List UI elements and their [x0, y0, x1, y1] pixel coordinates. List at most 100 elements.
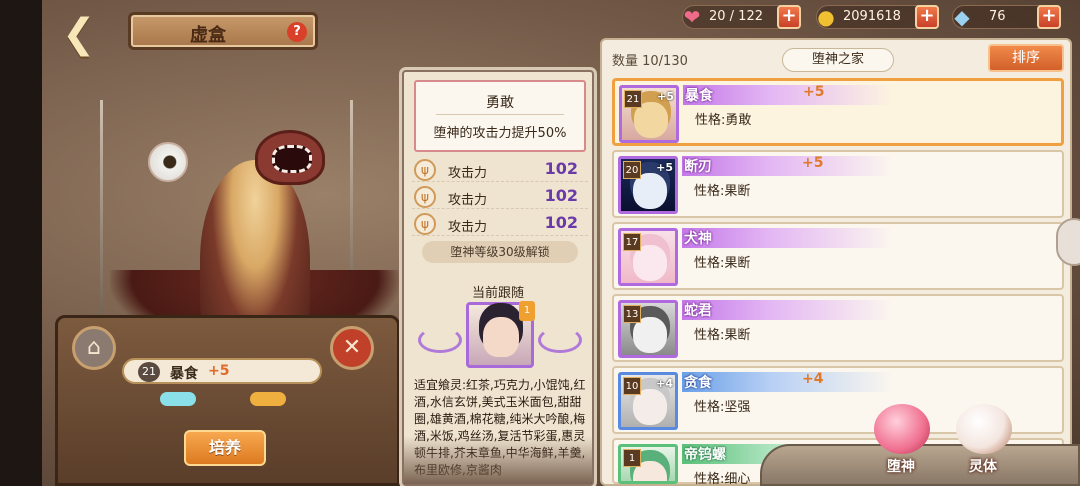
- trait-description: 堕神的攻击力提升50%: [433, 126, 567, 141]
- fork-icon: ψ: [414, 213, 436, 235]
- swirl-decoration: [538, 327, 582, 353]
- item-plus: +5: [802, 155, 824, 171]
- coin-icon: ●: [817, 5, 835, 29]
- list-item[interactable]: 17 犬神 性格:果断: [612, 222, 1064, 290]
- unlock-requirement: 堕神等级30级解锁: [422, 241, 578, 263]
- item-plus-badge: +5: [657, 90, 674, 103]
- item-level: 21: [624, 90, 642, 108]
- list-item[interactable]: 13 蛇君 性格:果断: [612, 294, 1064, 362]
- item-trait: 性格:果断: [694, 328, 751, 343]
- gem-slot-icon: [250, 392, 286, 406]
- item-level: 1: [623, 449, 641, 467]
- gold-resource: ● 2091618 +: [816, 5, 939, 29]
- item-plus: +5: [803, 84, 825, 100]
- follow-label: 当前跟随: [471, 286, 524, 301]
- screen-edge: [0, 0, 42, 486]
- side-drawer-handle[interactable]: [1056, 218, 1080, 266]
- item-trait: 性格:果断: [694, 256, 751, 271]
- item-portrait: 21 +5: [619, 85, 679, 143]
- add-crystal-button[interactable]: +: [1037, 5, 1061, 29]
- stat-row: ψ 攻击力 102: [412, 185, 588, 209]
- name-strip: [683, 85, 983, 105]
- list-count: 数量 10/130: [612, 54, 688, 69]
- help-icon[interactable]: ?: [287, 22, 307, 42]
- stat-value: 102: [544, 159, 578, 178]
- tab-spirit[interactable]: 灵体: [948, 404, 1018, 476]
- train-button[interactable]: 培养: [184, 430, 266, 466]
- character-name-plate: 21 暴食 +5: [122, 358, 322, 384]
- name-strip: [682, 156, 982, 176]
- crystal-resource: ◆ 76 +: [952, 5, 1061, 29]
- item-portrait: 13: [618, 300, 678, 358]
- tab-label: 灵体: [969, 459, 997, 475]
- item-name: 蛇君: [684, 303, 712, 319]
- eyeball-icon: [148, 142, 188, 182]
- gem-slot-icon: [160, 392, 196, 406]
- page-title: 虚盒: [190, 25, 226, 46]
- item-plus-badge: +4: [656, 377, 673, 390]
- item-name: 断刃: [684, 159, 712, 175]
- lock-icon[interactable]: ⌂: [72, 326, 116, 370]
- item-portrait: 17: [618, 228, 678, 286]
- item-level: 20: [623, 161, 641, 179]
- fork-icon: ψ: [414, 159, 436, 181]
- stamina-value: 20 / 122: [709, 9, 763, 24]
- list-item[interactable]: 21 +5 暴食 +5 性格:勇敢: [612, 78, 1064, 146]
- follower-badge-icon: 1: [519, 301, 535, 321]
- item-trait: 性格:坚强: [694, 400, 751, 415]
- divider: [436, 114, 564, 115]
- item-level: 17: [623, 233, 641, 251]
- fallen-god-tab-icon: [874, 404, 930, 454]
- item-portrait: 10 +4: [618, 372, 678, 430]
- title-plate: 虚盒 ?: [128, 12, 318, 50]
- sort-button[interactable]: 排序: [988, 44, 1064, 72]
- stat-label: 攻击力: [448, 166, 488, 181]
- add-gold-button[interactable]: +: [915, 5, 939, 29]
- item-portrait: 1: [618, 444, 678, 484]
- item-name: 犬神: [684, 231, 712, 247]
- tab-fallen-god[interactable]: 堕神: [866, 404, 936, 476]
- stat-label: 攻击力: [448, 220, 488, 235]
- name-strip: [682, 372, 982, 392]
- stat-value: 102: [544, 213, 578, 232]
- character-level: 21: [138, 362, 160, 382]
- game-screen: ❮ 虚盒 ? ❤ 20 / 122 + ● 2091618 + ◆ 76 + ⌂…: [0, 0, 1080, 486]
- stamina-resource: ❤ 20 / 122 +: [682, 5, 801, 29]
- fork-icon: ψ: [414, 186, 436, 208]
- crossed-utensils-icon[interactable]: ✕: [330, 326, 374, 370]
- fade-overlay: [404, 436, 592, 484]
- item-trait: 性格:果断: [694, 184, 751, 199]
- item-portrait: 20 +5: [618, 156, 678, 214]
- name-strip: [682, 228, 982, 248]
- gold-value: 2091618: [843, 9, 901, 24]
- stat-label: 攻击力: [448, 193, 488, 208]
- crystal-icon: ◆: [954, 5, 970, 29]
- spirit-tab-icon: [956, 404, 1012, 454]
- item-level: 13: [623, 305, 641, 323]
- back-arrow-icon[interactable]: ❮: [62, 14, 114, 54]
- character-plus: +5: [208, 363, 230, 379]
- monster-mouth: [272, 145, 312, 173]
- monster-head: [255, 130, 325, 185]
- list-item[interactable]: 20 +5 断刃 +5 性格:果断: [612, 150, 1064, 218]
- stat-value: 102: [544, 186, 578, 205]
- item-name: 贪食: [684, 375, 712, 391]
- item-level: 10: [623, 377, 641, 395]
- character-name: 暴食: [170, 366, 198, 382]
- heart-icon: ❤: [683, 5, 701, 29]
- crystal-value: 76: [989, 9, 1006, 24]
- tab-label: 堕神: [887, 459, 915, 475]
- item-plus-badge: +5: [656, 161, 673, 174]
- item-trait: 性格:细心: [694, 472, 751, 486]
- fallen-god-home-tab[interactable]: 堕神之家: [782, 48, 894, 72]
- add-stamina-button[interactable]: +: [777, 5, 801, 29]
- trait-box: 勇敢 堕神的攻击力提升50%: [414, 80, 586, 152]
- stat-row: ψ 攻击力 102: [412, 212, 588, 236]
- item-name: 暴食: [685, 88, 713, 104]
- item-plus: +4: [802, 371, 824, 387]
- follower-portrait[interactable]: 1: [466, 301, 535, 368]
- item-trait: 性格:勇敢: [695, 113, 752, 128]
- stat-row: ψ 攻击力 102: [412, 158, 588, 182]
- follower-face: [483, 317, 519, 357]
- swirl-decoration: [418, 327, 462, 353]
